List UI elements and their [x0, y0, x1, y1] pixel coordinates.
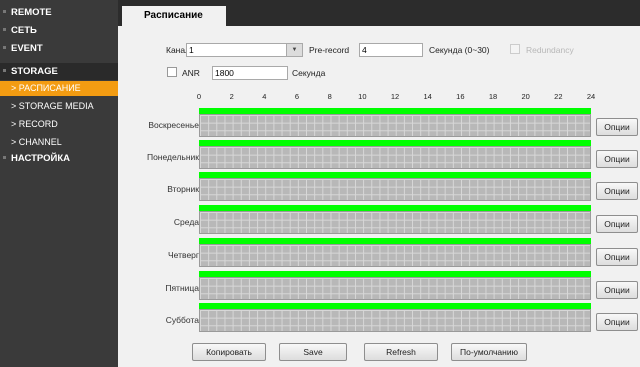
- sidebar-item-label: НАСТРОЙКА: [11, 153, 70, 164]
- anr-input[interactable]: 1800: [212, 66, 288, 80]
- hour-tick-label: 22: [554, 92, 563, 101]
- day-schedule-bar[interactable]: [199, 172, 591, 201]
- hour-tick-label: 6: [294, 92, 300, 101]
- bullet-icon: [3, 28, 6, 31]
- day-label: Среда: [173, 217, 199, 227]
- hour-tick-label: 8: [327, 92, 332, 101]
- options-button[interactable]: Опции: [596, 313, 638, 331]
- anr-label: ANR: [182, 68, 200, 78]
- default-button[interactable]: По-умолчанию: [451, 343, 527, 361]
- day-label: Понедельник: [146, 152, 199, 162]
- sidebar-item-label: > RECORD: [11, 119, 58, 129]
- chevron-down-icon[interactable]: ▼: [286, 44, 302, 56]
- sidebar-item-label: EVENT: [11, 43, 43, 54]
- hour-tick-label: 2: [229, 92, 234, 101]
- hour-tick-label: 14: [423, 92, 432, 101]
- anr-unit: Секунда: [292, 68, 326, 78]
- prerecord-label: Pre-record: [309, 45, 350, 55]
- options-button[interactable]: Опции: [596, 118, 638, 136]
- options-button[interactable]: Опции: [596, 182, 638, 200]
- day-label: Вторник: [167, 184, 199, 194]
- sidebar-item-network[interactable]: СЕТЬ: [0, 22, 118, 39]
- sidebar-item-remote[interactable]: REMOTE: [0, 4, 118, 21]
- day-label: Пятница: [165, 283, 199, 293]
- prerecord-input[interactable]: 4: [359, 43, 423, 57]
- time-grid[interactable]: [199, 178, 591, 201]
- sidebar-item-label: > РАСПИСАНИЕ: [11, 83, 81, 93]
- bullet-icon: [3, 156, 6, 159]
- sidebar-item-label: STORAGE: [11, 66, 58, 77]
- copy-button[interactable]: Копировать: [192, 343, 266, 361]
- hour-tick-label: 24: [586, 92, 596, 101]
- day-schedule-bar[interactable]: [199, 303, 591, 332]
- tab-schedule[interactable]: Расписание: [122, 6, 226, 26]
- sidebar-item-channel[interactable]: > CHANNEL: [0, 134, 118, 151]
- time-grid[interactable]: [199, 211, 591, 234]
- sidebar-item-event[interactable]: EVENT: [0, 40, 118, 57]
- time-grid[interactable]: [199, 146, 591, 169]
- bullet-icon: [3, 10, 6, 13]
- anr-checkbox[interactable]: [167, 67, 177, 77]
- bullet-icon: [3, 69, 6, 72]
- time-grid[interactable]: [199, 277, 591, 300]
- time-grid[interactable]: [199, 244, 591, 267]
- options-button[interactable]: Опции: [596, 248, 638, 266]
- hour-tick-label: 4: [262, 92, 267, 101]
- refresh-button[interactable]: Refresh: [364, 343, 438, 361]
- channel-select[interactable]: 1 ▼: [186, 43, 303, 57]
- options-button[interactable]: Опции: [596, 215, 638, 233]
- day-label: Воскресенье: [148, 120, 199, 130]
- hour-tick-label: 20: [521, 92, 530, 101]
- day-schedule-bar[interactable]: [199, 238, 591, 267]
- time-grid[interactable]: [199, 309, 591, 332]
- save-button[interactable]: Save: [279, 343, 347, 361]
- sidebar-item-label: > CHANNEL: [11, 137, 62, 147]
- hour-tick-label: 16: [456, 92, 465, 101]
- sidebar-item-label: > STORAGE MEDIA: [11, 101, 94, 111]
- sidebar-item-record[interactable]: > RECORD: [0, 116, 118, 133]
- prerecord-unit: Секунда (0~30): [429, 45, 490, 55]
- day-schedule-bar[interactable]: [199, 205, 591, 234]
- time-grid[interactable]: [199, 114, 591, 137]
- day-label: Четверг: [168, 250, 199, 260]
- day-label: Суббота: [165, 315, 199, 325]
- hour-tick-label: 12: [390, 92, 400, 101]
- hour-tick-label: 10: [358, 92, 367, 101]
- sidebar-item-storage-media[interactable]: > STORAGE MEDIA: [0, 98, 118, 115]
- day-schedule-bar[interactable]: [199, 140, 591, 169]
- options-button[interactable]: Опции: [596, 281, 638, 299]
- hour-ruler: 0 2 4 6 8 10 12 14 16 18 20 22 24: [196, 92, 595, 102]
- redundancy-label: Redundancy: [526, 45, 574, 55]
- sidebar-item-schedule[interactable]: > РАСПИСАНИЕ: [0, 81, 118, 96]
- sidebar-item-settings[interactable]: НАСТРОЙКА: [0, 150, 118, 167]
- sidebar-item-storage[interactable]: STORAGE: [0, 63, 118, 80]
- hour-tick-label: 0: [196, 92, 202, 101]
- sidebar-item-label: СЕТЬ: [11, 25, 37, 36]
- sidebar-item-label: REMOTE: [11, 7, 52, 18]
- hour-tick-label: 18: [488, 92, 498, 101]
- sidebar: REMOTE СЕТЬ EVENT STORAGE > РАСПИСАНИЕ >…: [0, 0, 118, 367]
- options-button[interactable]: Опции: [596, 150, 638, 168]
- bullet-icon: [3, 46, 6, 49]
- redundancy-checkbox[interactable]: [510, 44, 520, 54]
- day-schedule-bar[interactable]: [199, 271, 591, 300]
- channel-value: 1: [189, 45, 194, 55]
- day-schedule-bar[interactable]: [199, 108, 591, 137]
